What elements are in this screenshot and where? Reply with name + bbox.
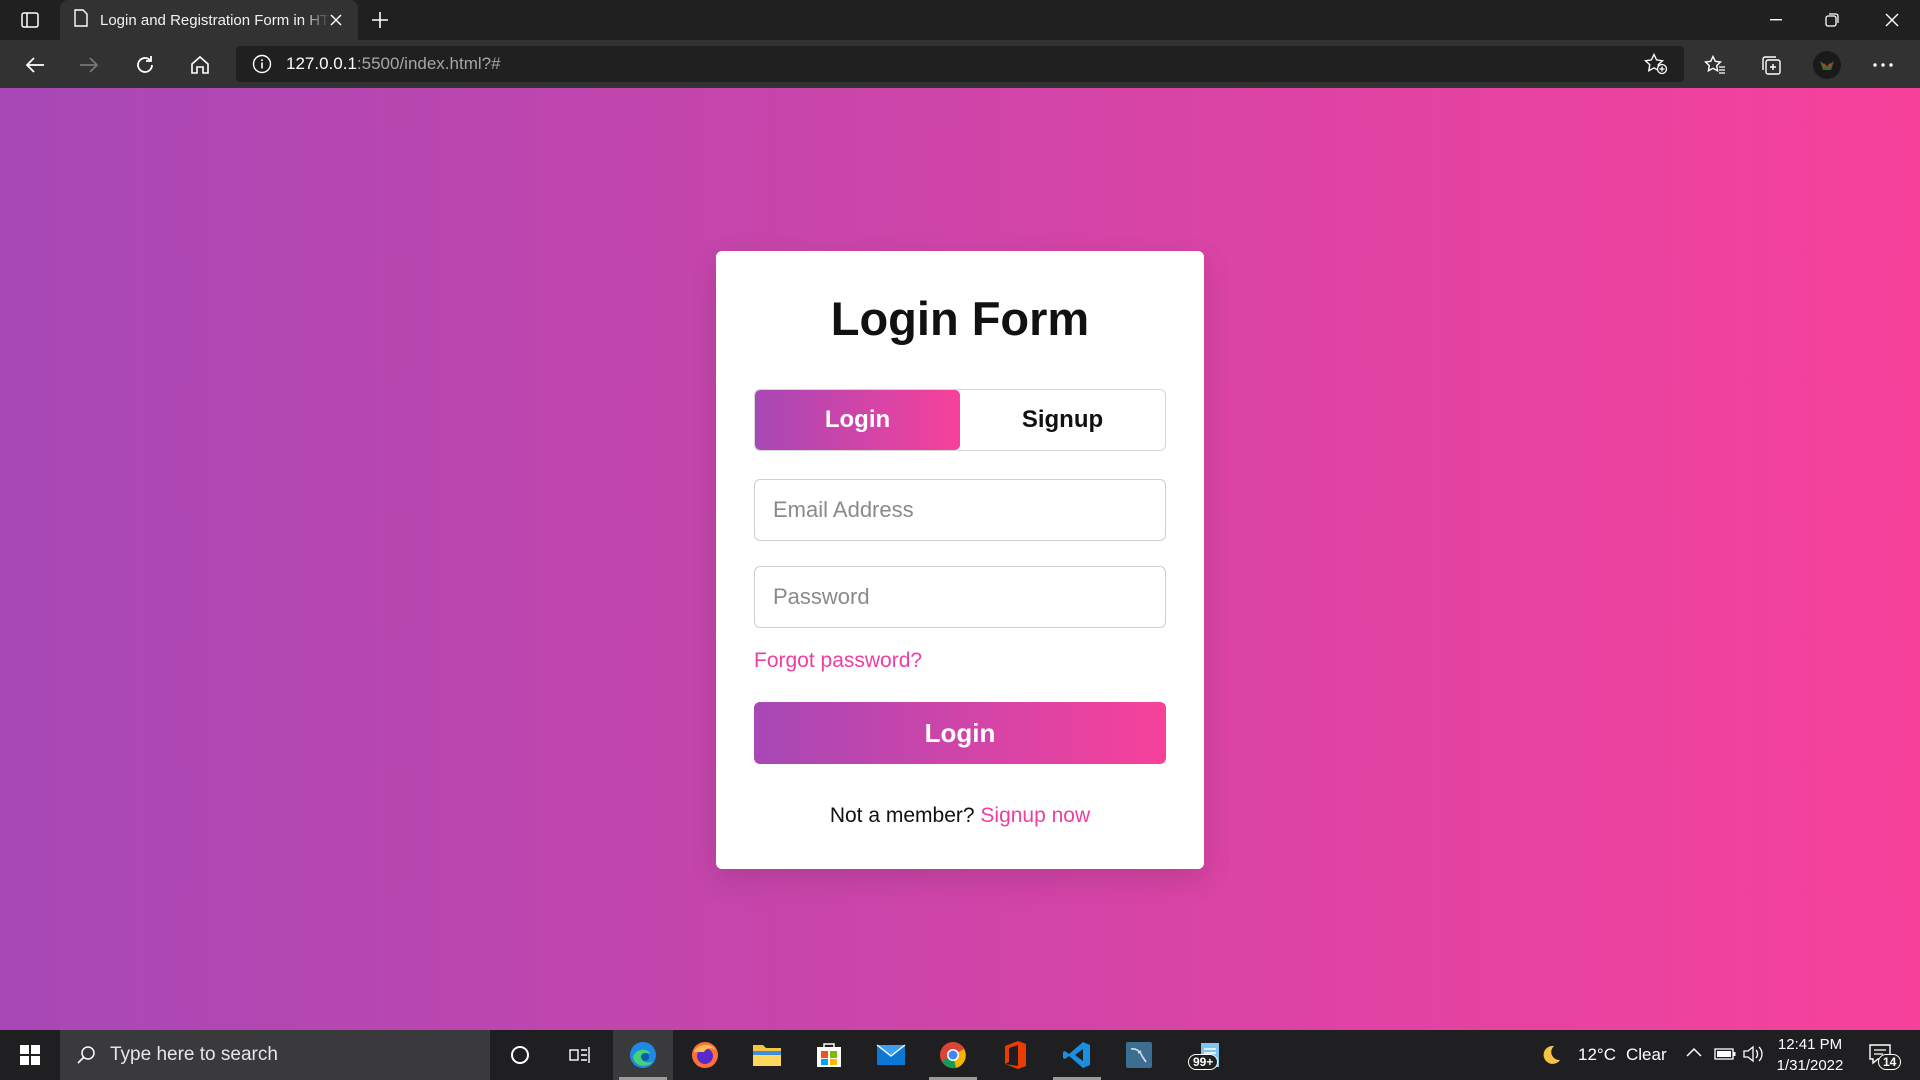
signup-now-link[interactable]: Signup now bbox=[980, 804, 1090, 827]
login-card: Login Form Login Signup Forgot password?… bbox=[716, 251, 1204, 869]
refresh-icon[interactable] bbox=[130, 50, 160, 80]
weather-moon-icon[interactable] bbox=[1540, 1044, 1562, 1066]
more-options-icon[interactable] bbox=[1868, 50, 1898, 80]
tab-actions-icon[interactable] bbox=[14, 8, 46, 32]
form-title: Login Form bbox=[830, 292, 1090, 345]
back-icon[interactable] bbox=[20, 50, 50, 80]
close-window-icon[interactable] bbox=[1864, 0, 1920, 40]
member-text: Not a member? bbox=[829, 804, 975, 827]
firefox-app-icon[interactable] bbox=[675, 1030, 735, 1080]
password-field[interactable] bbox=[754, 566, 1166, 628]
url-text[interactable]: 127.0.0.1:5500/index.html?# bbox=[286, 54, 501, 74]
address-bar[interactable]: 127.0.0.1:5500/index.html?# bbox=[236, 46, 1684, 82]
minimize-icon[interactable] bbox=[1748, 0, 1804, 40]
taskbar-search[interactable]: Type here to search bbox=[60, 1030, 490, 1080]
home-icon[interactable] bbox=[185, 50, 215, 80]
forgot-password-link[interactable]: Forgot password? bbox=[754, 649, 922, 673]
tab-title: Login and Registration Form in HTML bbox=[100, 11, 330, 29]
notification-count: 14 bbox=[1878, 1054, 1902, 1070]
office-app-icon[interactable] bbox=[985, 1030, 1045, 1080]
signup-prompt: Not a member? Signup now bbox=[716, 804, 1204, 828]
app-badge: 99+ bbox=[1188, 1054, 1219, 1070]
windows-start-icon[interactable] bbox=[0, 1030, 60, 1080]
mail-app-icon[interactable] bbox=[861, 1030, 921, 1080]
taskbar: Type here to search 99+ 12°C Clear 12:41… bbox=[0, 1030, 1920, 1080]
browser-tab-strip: Login and Registration Form in HTML bbox=[0, 0, 1920, 40]
cortana-icon[interactable] bbox=[490, 1030, 550, 1080]
file-explorer-icon[interactable] bbox=[737, 1030, 797, 1080]
volume-icon[interactable] bbox=[1742, 1044, 1764, 1064]
battery-icon[interactable] bbox=[1714, 1048, 1736, 1060]
profile-avatar[interactable] bbox=[1812, 50, 1842, 80]
forward-icon[interactable] bbox=[74, 50, 104, 80]
site-info-icon[interactable] bbox=[252, 54, 272, 74]
clock-date: 1/31/2022 bbox=[1776, 1057, 1844, 1074]
vscode-app-icon[interactable] bbox=[1047, 1030, 1107, 1080]
weather-condition[interactable]: Clear bbox=[1626, 1045, 1667, 1065]
search-placeholder: Type here to search bbox=[110, 1044, 278, 1065]
system-clock[interactable]: 12:41 PM 1/31/2022 bbox=[1768, 1034, 1852, 1076]
notepad-app-icon[interactable]: 99+ bbox=[1181, 1030, 1241, 1080]
close-tab-icon[interactable] bbox=[326, 10, 346, 30]
edge-app-icon[interactable] bbox=[613, 1030, 673, 1080]
signup-tab[interactable]: Signup bbox=[960, 390, 1165, 450]
page-background: Login Form Login Signup Forgot password?… bbox=[0, 88, 1920, 1030]
login-tab[interactable]: Login bbox=[755, 390, 960, 450]
chevron-up-icon[interactable] bbox=[1686, 1047, 1702, 1057]
chrome-app-icon[interactable] bbox=[923, 1030, 983, 1080]
add-favorite-icon[interactable] bbox=[1644, 53, 1668, 75]
browser-tab[interactable]: Login and Registration Form in HTML bbox=[60, 0, 358, 40]
login-button[interactable]: Login bbox=[754, 702, 1166, 764]
clock-time: 12:41 PM bbox=[1777, 1036, 1843, 1053]
browser-toolbar: 127.0.0.1:5500/index.html?# bbox=[0, 40, 1920, 88]
task-view-icon[interactable] bbox=[550, 1030, 610, 1080]
search-icon bbox=[76, 1045, 96, 1065]
collections-icon[interactable] bbox=[1756, 50, 1786, 80]
mysql-workbench-icon[interactable] bbox=[1109, 1030, 1169, 1080]
form-switch: Login Signup bbox=[754, 389, 1166, 451]
email-field[interactable] bbox=[754, 479, 1166, 541]
store-app-icon[interactable] bbox=[799, 1030, 859, 1080]
weather-temp[interactable]: 12°C bbox=[1578, 1045, 1616, 1065]
restore-icon[interactable] bbox=[1804, 0, 1860, 40]
new-tab-icon[interactable] bbox=[368, 8, 392, 32]
favorites-icon[interactable] bbox=[1700, 50, 1730, 80]
page-icon bbox=[74, 8, 88, 32]
